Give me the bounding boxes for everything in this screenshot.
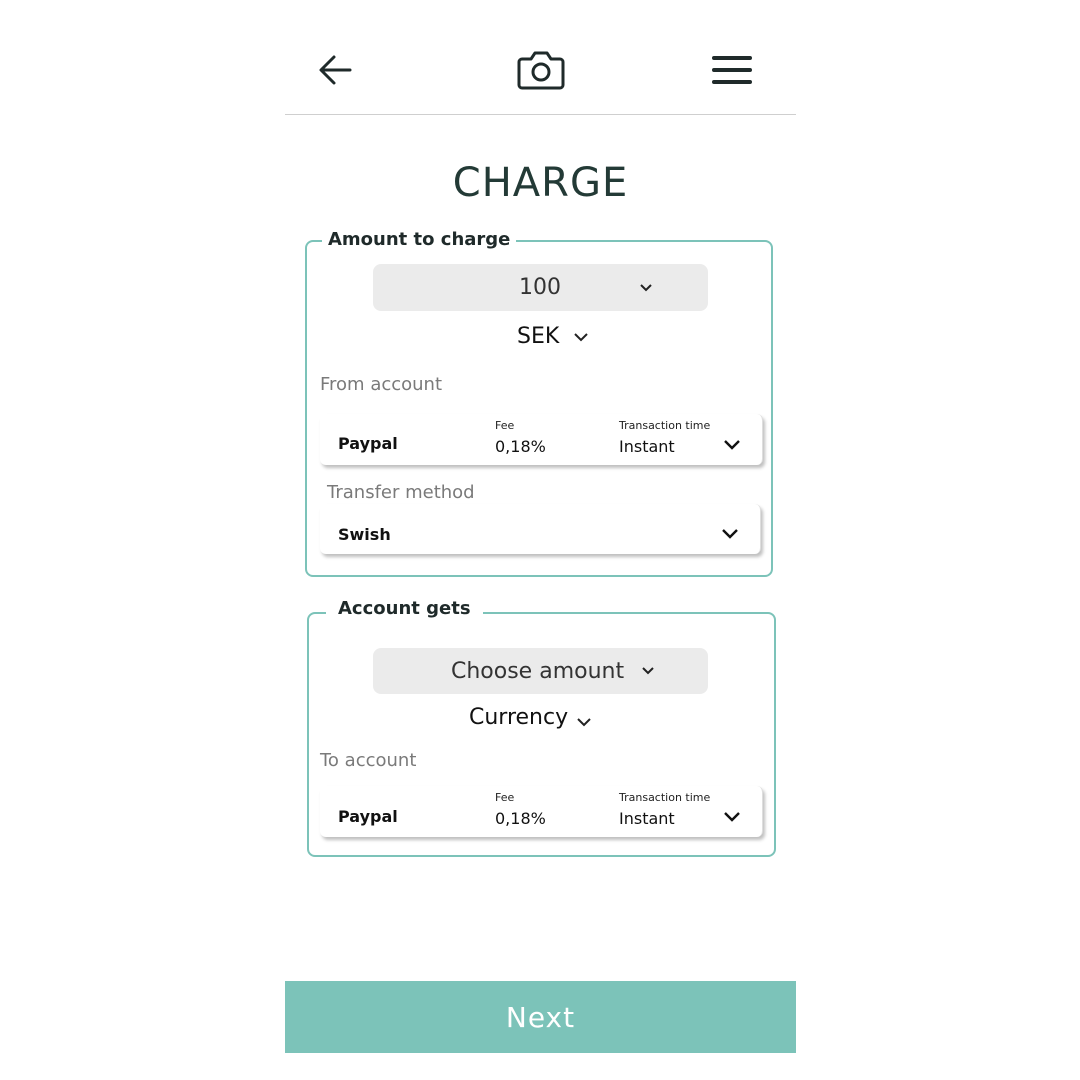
amount-to-charge-legend: Amount to charge [322, 229, 517, 250]
chevron-down-icon [722, 529, 738, 539]
to-account-fee-label: Fee [495, 791, 515, 804]
next-button-label: Next [505, 1000, 576, 1034]
chevron-down-icon [640, 283, 652, 291]
chevron-down-icon [577, 717, 591, 726]
page-title: CHARGE [452, 160, 629, 206]
camera-icon [517, 51, 565, 90]
currency-value: SEK [517, 324, 560, 349]
account-gets-legend: Account gets [326, 598, 483, 619]
currency-select[interactable]: SEK [517, 324, 589, 349]
hamburger-menu-icon [712, 56, 752, 84]
chevron-down-icon [574, 332, 589, 341]
from-account-time-value: Instant [619, 437, 675, 456]
next-button[interactable]: Next [285, 981, 796, 1053]
back-button[interactable] [316, 50, 356, 90]
gets-currency-select[interactable]: Currency [469, 705, 592, 730]
from-account-fee-value: 0,18% [495, 437, 546, 456]
choose-amount-placeholder: Choose amount [451, 658, 625, 684]
to-account-select[interactable]: Paypal Fee 0,18% Transaction time Instan… [320, 786, 763, 837]
transfer-method-select[interactable]: Swish [320, 504, 761, 554]
amount-value: 100 [519, 275, 561, 300]
from-account-fee-label: Fee [495, 419, 515, 432]
arrow-left-icon [319, 55, 352, 85]
amount-select[interactable]: 100 [373, 264, 708, 311]
chevron-down-icon [724, 440, 740, 450]
transfer-method-label: Transfer method [327, 482, 475, 503]
from-account-name: Paypal [338, 434, 398, 453]
from-account-label: From account [320, 374, 443, 395]
transfer-method-value: Swish [338, 525, 391, 544]
menu-button[interactable] [711, 54, 753, 86]
to-account-time-label: Transaction time [619, 791, 711, 804]
currency-placeholder: Currency [469, 705, 569, 730]
to-account-time-value: Instant [619, 809, 675, 828]
camera-button[interactable] [516, 48, 566, 92]
to-account-name: Paypal [338, 807, 398, 826]
header-divider [285, 114, 796, 115]
to-account-fee-value: 0,18% [495, 809, 546, 828]
to-account-label: To account [320, 750, 417, 771]
from-account-select[interactable]: Paypal Fee 0,18% Transaction time Instan… [320, 414, 763, 465]
chevron-down-icon [642, 667, 654, 675]
from-account-time-label: Transaction time [619, 419, 711, 432]
choose-amount-select[interactable]: Choose amount [373, 648, 708, 694]
chevron-down-icon [724, 812, 740, 822]
